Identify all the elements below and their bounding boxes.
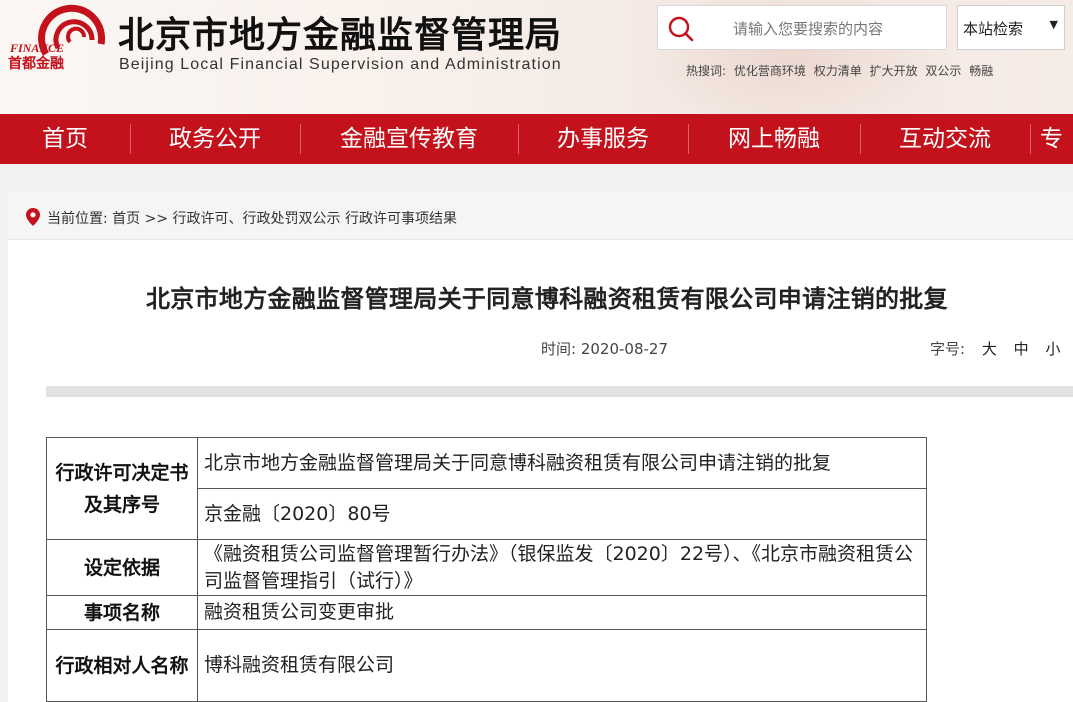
item-value-cell: 融资租赁公司变更审批 <box>197 595 927 630</box>
decision-number-cell: 京金融〔2020〕80号 <box>197 488 927 540</box>
table-row: 行政许可决定书 及其序号 北京市地方金融监督管理局关于同意博科融资租赁有限公司申… <box>46 437 927 540</box>
search-box[interactable]: 请输入您要搜索的内容 <box>657 5 947 50</box>
search-scope-select[interactable]: 本站检索 ▼ <box>957 5 1065 50</box>
decision-title-cell: 北京市地方金融监督管理局关于同意博科融资租赁有限公司申请注销的批复 <box>197 437 927 489</box>
breadcrumb-section[interactable]: 行政许可、行政处罚双公示 <box>173 211 341 227</box>
hot-search-term[interactable]: 优化营商环境 <box>734 64 806 78</box>
hot-search-term[interactable]: 权力清单 <box>814 64 862 78</box>
hot-search-term[interactable]: 扩大开放 <box>870 64 918 78</box>
search-icon[interactable] <box>667 15 695 43</box>
nav-item-interaction[interactable]: 互动交流 <box>860 114 1030 164</box>
party-label-cell: 行政相对人名称 <box>46 629 198 702</box>
site-logo[interactable]: FINANCE 首都金融 <box>6 4 114 74</box>
hot-search-bar: 热搜词: 优化营商环境 权力清单 扩大开放 双公示 畅融 <box>686 62 997 79</box>
date-label: 时间: <box>541 340 577 358</box>
decision-label-line1: 行政许可决定书 <box>55 461 189 484</box>
logo-text-cn: 首都金融 <box>8 55 64 72</box>
article-title: 北京市地方金融监督管理局关于同意博科融资租赁有限公司申请注销的批复 <box>146 285 948 313</box>
permit-info-table: 行政许可决定书 及其序号 北京市地方金融监督管理局关于同意博科融资租赁有限公司申… <box>46 437 927 702</box>
site-title[interactable]: 北京市地方金融监督管理局 <box>118 6 562 58</box>
font-size-small-button[interactable]: 小 <box>1045 340 1060 358</box>
search-input[interactable]: 请输入您要搜索的内容 <box>733 18 883 39</box>
party-value-cell: 博科融资租赁有限公司 <box>197 629 927 702</box>
decision-label-line2: 及其序号 <box>83 493 160 516</box>
table-row: 行政相对人名称 博科融资租赁有限公司 <box>46 629 927 702</box>
table-row: 事项名称 融资租赁公司变更审批 <box>46 595 927 630</box>
font-size-large-button[interactable]: 大 <box>982 340 997 358</box>
nav-item-government-affairs[interactable]: 政务公开 <box>130 114 300 164</box>
basis-label-cell: 设定依据 <box>46 539 198 596</box>
font-size-label: 字号: <box>930 340 966 358</box>
breadcrumb-home[interactable]: 首页 <box>112 211 140 227</box>
basis-value-cell: 《融资租赁公司监督管理暂行办法》（银保监发〔2020〕22号）、《北京市融资租赁… <box>197 539 927 596</box>
site-subtitle: Beijing Local Financial Supervision and … <box>119 56 562 73</box>
nav-divider <box>1030 124 1031 154</box>
title-divider <box>46 386 1073 397</box>
location-pin-icon <box>26 208 40 226</box>
main-nav: 首页 政务公开 金融宣传教育 办事服务 网上畅融 互动交流 专 <box>0 114 1073 164</box>
hot-search-label: 热搜词: <box>686 64 727 78</box>
decision-label-cell: 行政许可决定书 及其序号 <box>46 437 198 540</box>
nav-item-services[interactable]: 办事服务 <box>518 114 688 164</box>
nav-item-special[interactable]: 专 <box>1040 114 1073 164</box>
breadcrumb-label: 当前位置: <box>47 211 108 227</box>
date-value: 2020-08-27 <box>580 340 669 358</box>
nav-item-online-finance[interactable]: 网上畅融 <box>688 114 860 164</box>
hot-search-term[interactable]: 畅融 <box>969 64 993 78</box>
table-row: 设定依据 《融资租赁公司监督管理暂行办法》（银保监发〔2020〕22号）、《北京… <box>46 539 927 596</box>
nav-item-financial-education[interactable]: 金融宣传教育 <box>300 114 518 164</box>
font-size-medium-button[interactable]: 中 <box>1014 340 1029 358</box>
breadcrumb: 当前位置: 首页 >> 行政许可、行政处罚双公示 行政许可事项结果 <box>47 208 457 228</box>
hot-search-term[interactable]: 双公示 <box>925 64 961 78</box>
breadcrumb-separator: >> <box>144 211 169 227</box>
chevron-down-icon: ▼ <box>1049 18 1058 31</box>
font-size-switcher: 字号: 大 中 小 <box>930 338 1060 359</box>
breadcrumb-subsection[interactable]: 行政许可事项结果 <box>345 211 457 227</box>
site-header: FINANCE 首都金融 北京市地方金融监督管理局 Beijing Local … <box>0 0 1073 114</box>
article-date: 时间: 2020-08-27 <box>541 338 668 359</box>
item-label-cell: 事项名称 <box>46 595 198 630</box>
nav-item-home[interactable]: 首页 <box>0 114 130 164</box>
logo-text-en: FINANCE <box>9 41 64 55</box>
search-scope-value: 本站检索 <box>963 20 1024 38</box>
